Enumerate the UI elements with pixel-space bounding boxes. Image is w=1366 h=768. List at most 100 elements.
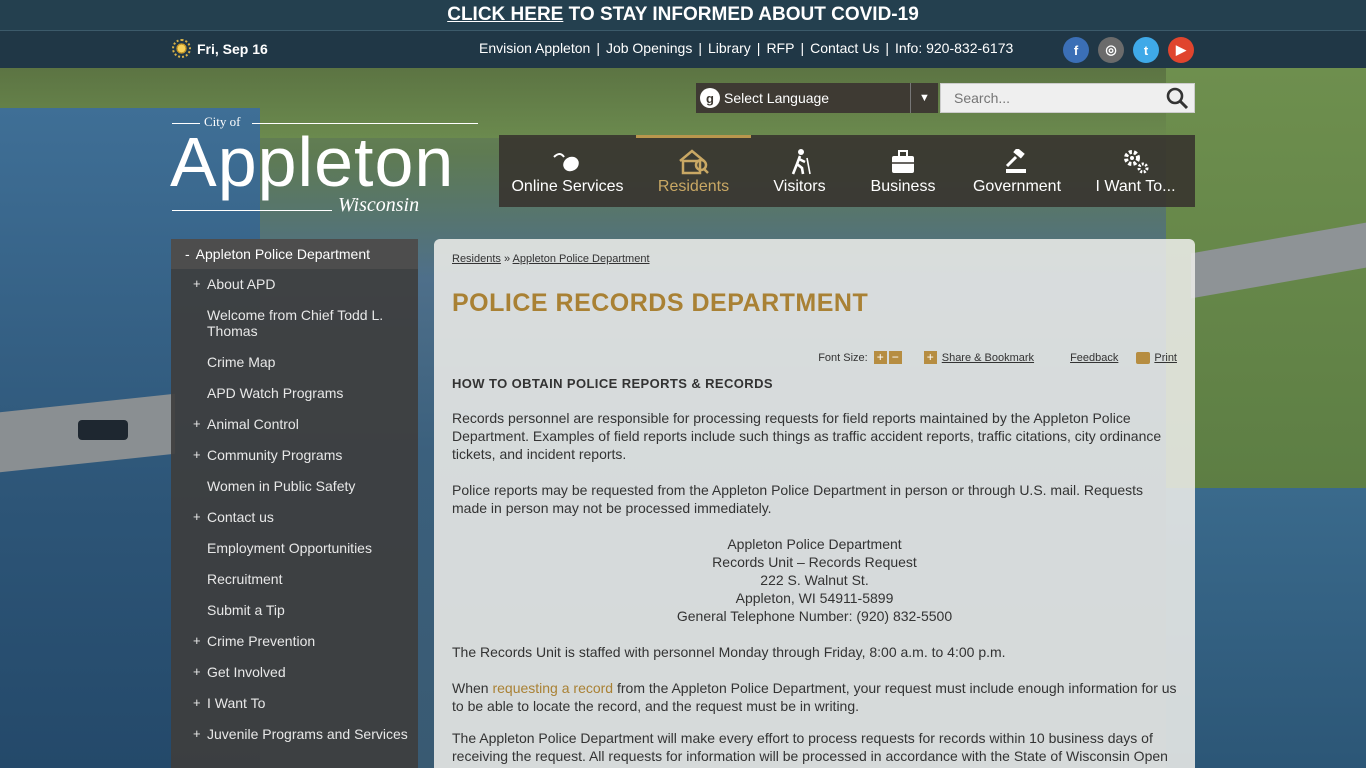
background-car xyxy=(78,420,128,440)
sidebar-item-recruitment[interactable]: Recruitment xyxy=(171,564,418,595)
sidebar-item-crime-map[interactable]: Crime Map xyxy=(171,347,418,378)
sidebar-item-label: Get Involved xyxy=(207,664,286,680)
sidebar-item-juvenile-programs[interactable]: + Juvenile Programs and Services xyxy=(171,719,418,750)
link-contact-us[interactable]: Contact Us xyxy=(810,40,879,56)
sidebar-item-label: Submit a Tip xyxy=(207,602,285,618)
logo-state: Wisconsin xyxy=(338,194,420,216)
link-job-openings[interactable]: Job Openings xyxy=(606,40,692,56)
sidebar-item-get-involved[interactable]: + Get Involved xyxy=(171,657,418,688)
paragraph-records-personnel: Records personnel are responsible for pr… xyxy=(452,410,1162,462)
collapse-icon: - xyxy=(185,246,190,262)
background-river-right xyxy=(1166,488,1366,768)
sidebar-item-submit-tip[interactable]: Submit a Tip xyxy=(171,595,418,626)
sidebar-item-label: Welcome from Chief Todd L. Thomas xyxy=(207,307,384,339)
requesting-record-link[interactable]: requesting a record xyxy=(492,680,613,696)
language-selector[interactable]: g Select Language ▼ xyxy=(696,83,938,113)
covid-alert-bar: CLICK HERE TO STAY INFORMED ABOUT COVID-… xyxy=(0,0,1366,30)
link-envision-appleton[interactable]: Envision Appleton xyxy=(479,40,590,56)
sidebar-item-label: Community Programs xyxy=(207,447,343,463)
language-label: Select Language xyxy=(724,90,830,106)
main-content: Residents » Appleton Police Department P… xyxy=(434,239,1195,768)
nav-label: Visitors xyxy=(773,178,826,195)
expand-icon[interactable]: + xyxy=(193,509,201,525)
font-size-label: Font Size: xyxy=(818,351,868,364)
nav-i-want-to[interactable]: I Want To... xyxy=(1076,135,1195,207)
search-box xyxy=(940,83,1195,113)
font-increase-icon[interactable]: + xyxy=(873,351,887,364)
gears-icon xyxy=(1123,150,1148,174)
gavel-icon xyxy=(1005,149,1026,173)
sidebar-item-apd-watch[interactable]: APD Watch Programs xyxy=(171,378,418,409)
sidebar-item-women-public-safety[interactable]: Women in Public Safety xyxy=(171,471,418,502)
link-separator: | xyxy=(885,40,889,56)
nav-business[interactable]: Business xyxy=(848,135,958,207)
online-services-icon xyxy=(552,153,579,172)
sidebar-item-label: Crime Map xyxy=(207,354,276,370)
sidebar-item-label: About APD xyxy=(207,276,276,292)
expand-icon[interactable]: + xyxy=(193,276,201,292)
search-icon[interactable] xyxy=(1165,86,1189,110)
city-logo[interactable]: City of Appleton Wisconsin xyxy=(170,114,480,222)
date-text: Fri, Sep 16 xyxy=(197,40,268,57)
breadcrumb-police-department[interactable]: Appleton Police Department xyxy=(513,253,650,265)
sidebar-item-label: I Want To xyxy=(207,695,266,711)
paragraph-text: When xyxy=(452,680,493,696)
breadcrumb-separator: » xyxy=(500,253,513,265)
covid-alert-text: TO STAY INFORMED ABOUT COVID-19 xyxy=(563,4,919,25)
sidebar-item-employment[interactable]: Employment Opportunities xyxy=(171,533,418,564)
expand-icon[interactable]: + xyxy=(193,726,201,742)
share-bookmark-link[interactable]: Share & Bookmark xyxy=(942,352,1034,364)
nav-online-services[interactable]: Online Services xyxy=(499,135,636,207)
logo-rule-bottom xyxy=(172,210,332,211)
link-info-phone[interactable]: Info: 920-832-6173 xyxy=(895,40,1013,56)
expand-icon[interactable]: + xyxy=(193,447,201,463)
sun-icon xyxy=(172,39,191,58)
page-title: POLICE RECORDS DEPARTMENT xyxy=(452,289,869,317)
feedback-link[interactable]: Feedback xyxy=(1070,352,1118,364)
print-icon xyxy=(1136,351,1151,364)
expand-icon[interactable]: + xyxy=(193,416,201,432)
breadcrumb: Residents » Appleton Police Department xyxy=(452,253,1177,265)
sidebar-item-contact-us[interactable]: + Contact us xyxy=(171,502,418,533)
expand-icon[interactable]: + xyxy=(193,633,201,649)
nav-label: Business xyxy=(870,178,936,195)
youtube-icon[interactable]: ▶ xyxy=(1168,37,1194,63)
expand-icon[interactable]: + xyxy=(193,695,201,711)
nav-government[interactable]: Government xyxy=(958,135,1076,207)
link-library[interactable]: Library xyxy=(708,40,751,56)
sidebar-item-label: Juvenile Programs and Services xyxy=(207,726,408,742)
breadcrumb-residents[interactable]: Residents xyxy=(452,253,501,265)
instagram-icon[interactable]: ◎ xyxy=(1098,37,1124,63)
sidebar-item-label: Women in Public Safety xyxy=(207,478,356,494)
address-line: Appleton, WI 54911-5899 xyxy=(735,590,894,606)
sidebar-item-i-want-to[interactable]: + I Want To xyxy=(171,688,418,719)
font-decrease-icon[interactable]: − xyxy=(888,351,902,364)
sidebar-item-label: APD Watch Programs xyxy=(207,385,344,401)
sidebar-item-crime-prevention[interactable]: + Crime Prevention xyxy=(171,626,418,657)
paragraph-processing-time: The Appleton Police Department will make… xyxy=(452,730,1168,764)
nav-residents[interactable]: Residents xyxy=(636,135,751,207)
expand-icon[interactable]: + xyxy=(193,664,201,680)
social-links: f ◎ t ▶ xyxy=(1063,37,1194,63)
sidebar-item-label: Crime Prevention xyxy=(207,633,316,649)
sidebar-item-community-programs[interactable]: + Community Programs xyxy=(171,440,418,471)
residents-house-icon xyxy=(678,149,709,175)
sidebar-item-about-apd[interactable]: + About APD xyxy=(171,269,418,300)
sidebar-heading-label: Appleton Police Department xyxy=(195,246,370,262)
nav-label: I Want To... xyxy=(1095,178,1176,195)
facebook-icon[interactable]: f xyxy=(1063,37,1089,63)
mailing-address: Appleton Police Department Records Unit … xyxy=(452,535,1177,625)
sidebar-heading[interactable]: - Appleton Police Department xyxy=(171,239,418,269)
sidebar-item-animal-control[interactable]: + Animal Control xyxy=(171,409,418,440)
nav-label: Government xyxy=(972,178,1062,195)
link-rfp[interactable]: RFP xyxy=(766,40,794,56)
share-plus-icon: + xyxy=(923,351,937,364)
sidebar-item-welcome-chief[interactable]: Welcome from Chief Todd L. Thomas xyxy=(171,300,418,347)
utility-bar: Fri, Sep 16 Envision Appleton | Job Openi… xyxy=(0,30,1366,68)
twitter-icon[interactable]: t xyxy=(1133,37,1159,63)
print-link[interactable]: Print xyxy=(1154,352,1177,364)
covid-alert-link[interactable]: CLICK HERE xyxy=(447,4,563,25)
nav-visitors[interactable]: Visitors xyxy=(751,135,848,207)
search-input[interactable] xyxy=(941,84,1151,112)
chevron-down-icon[interactable]: ▼ xyxy=(910,83,938,113)
